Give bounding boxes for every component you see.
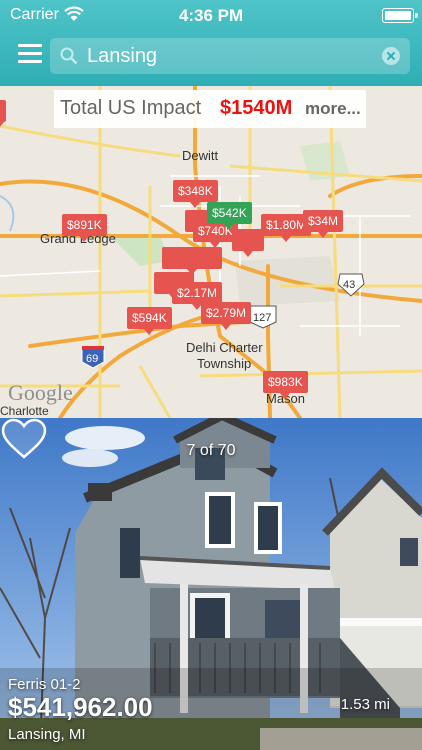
place-label: Delhi Charter — [186, 340, 263, 355]
menu-button[interactable] — [18, 44, 42, 64]
map-marker[interactable]: $2.79M — [201, 302, 252, 330]
map-view[interactable]: 43 127 69 Total US Impact $1540M more...… — [0, 86, 422, 418]
listing-price: $541,962.00 — [8, 692, 153, 722]
search-input[interactable]: Lansing — [87, 45, 157, 68]
route-127-label: 127 — [253, 312, 271, 324]
map-marker[interactable]: $348K — [173, 180, 218, 208]
favorite-heart-icon[interactable] — [0, 418, 48, 460]
status-bar: Carrier 4:36 PM — [0, 0, 422, 30]
impact-label: Total US Impact — [60, 97, 202, 119]
route-69-label: 69 — [86, 353, 98, 365]
map-marker[interactable]: $983K — [263, 371, 308, 399]
map-marker[interactable]: $891K — [62, 214, 107, 242]
listing-distance: 1.53 mi — [340, 696, 390, 713]
search-bar[interactable]: Lansing — [50, 38, 410, 74]
google-attribution: Google — [8, 380, 73, 405]
map-marker-selected[interactable]: $542K — [207, 202, 252, 230]
top-bar: Carrier 4:36 PM Lansing — [0, 0, 422, 86]
listing-location: Lansing, MI — [8, 726, 86, 743]
map-marker-stacked[interactable] — [162, 247, 222, 275]
total-impact-banner[interactable]: Total US Impact $1540M more... — [54, 90, 366, 128]
hamburger-icon — [18, 44, 42, 47]
map-marker-stacked[interactable] — [232, 229, 264, 257]
search-icon — [60, 47, 78, 65]
listing-name: Ferris 01-2 — [8, 676, 81, 693]
place-label: Dewitt — [182, 148, 219, 163]
clear-search-button[interactable] — [382, 47, 400, 65]
photo-counter: 7 of 70 — [186, 442, 236, 459]
map-marker-partial[interactable] — [0, 100, 6, 128]
place-label: Charlotte — [0, 404, 49, 418]
place-label: Township — [197, 356, 252, 371]
route-43-label: 43 — [343, 279, 355, 291]
listing-photo[interactable]: 7 of 70 Ferris 01-2 $541,962.00 Lansing,… — [0, 418, 422, 750]
battery-icon — [382, 8, 418, 23]
map-marker[interactable]: $594K — [127, 307, 172, 335]
clock: 4:36 PM — [178, 6, 244, 25]
impact-more-link[interactable]: more... — [305, 99, 361, 119]
impact-value: $1540M — [220, 97, 293, 119]
map-marker[interactable]: $34M — [303, 210, 344, 238]
map-marker[interactable]: $2.17M — [172, 282, 223, 310]
